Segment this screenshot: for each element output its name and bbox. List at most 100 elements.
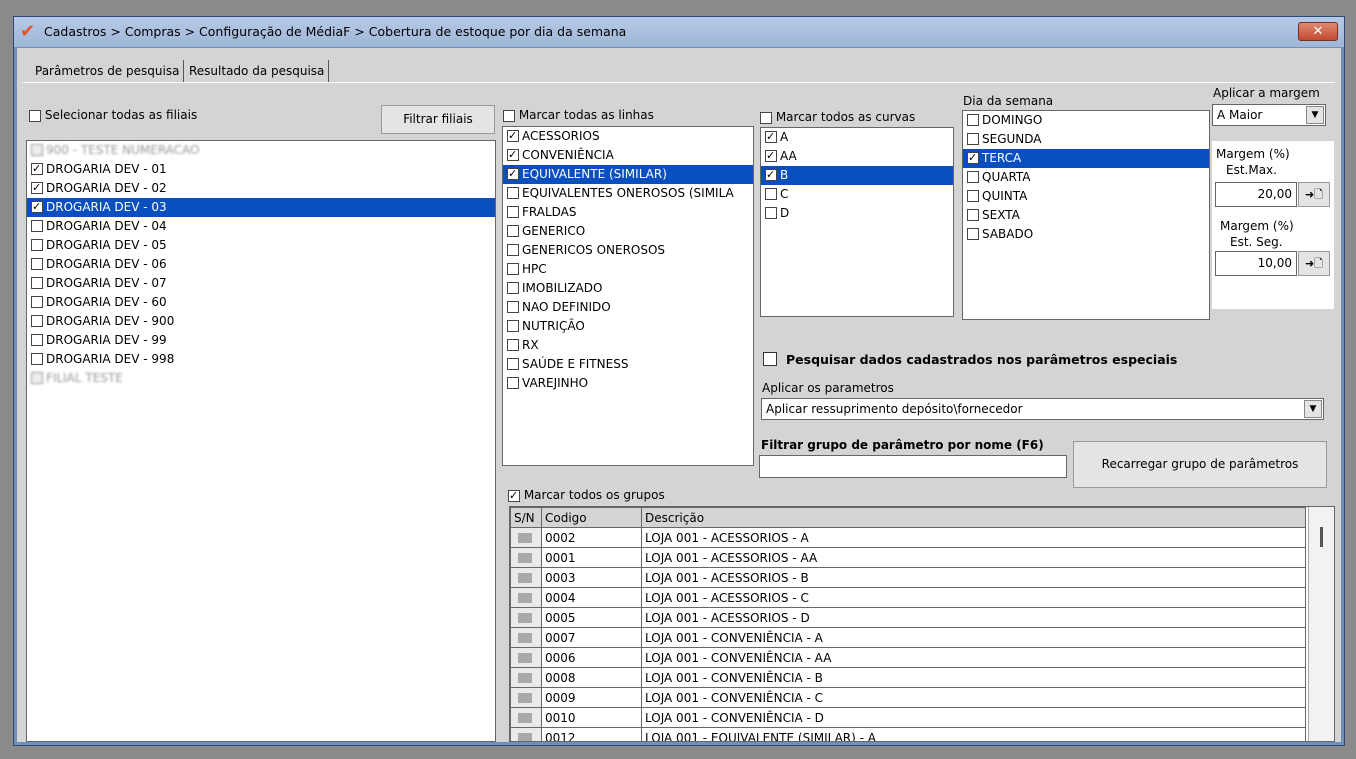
dia-item-checkbox[interactable]	[967, 132, 979, 145]
filial-item-checkbox[interactable]	[31, 314, 43, 327]
filial-item-checkbox[interactable]	[31, 257, 43, 270]
linha-item-checkbox[interactable]	[507, 186, 519, 199]
linha-item[interactable]: NAO DEFINIDO	[503, 298, 753, 317]
col-sn[interactable]: S/N	[510, 507, 542, 528]
table-row[interactable]: 0007 LOJA 001 - CONVENIÊNCIA - A	[510, 627, 1306, 648]
linha-item-checkbox[interactable]	[507, 167, 519, 180]
row-toggle[interactable]	[510, 647, 542, 668]
filial-item[interactable]: DROGARIA DEV - 07	[27, 274, 495, 293]
curva-item-checkbox[interactable]	[765, 168, 777, 181]
linha-item-checkbox[interactable]	[507, 148, 519, 161]
linha-item-checkbox[interactable]	[507, 338, 519, 351]
curva-item[interactable]: AA	[761, 147, 953, 166]
pesquisar-especiais-checkbox[interactable]	[763, 352, 777, 366]
margem-seg-apply-button[interactable]: ➜🗋	[1298, 251, 1330, 276]
table-row[interactable]: 0006 LOJA 001 - CONVENIÊNCIA - AA	[510, 647, 1306, 668]
row-toggle-indicator[interactable]	[518, 673, 532, 683]
recarregar-grupo-button[interactable]: Recarregar grupo de parâmetros	[1073, 441, 1327, 488]
row-toggle-indicator[interactable]	[518, 693, 532, 703]
aplicar-parametros-select[interactable]: Aplicar ressuprimento depósito\fornecedo…	[761, 398, 1324, 420]
linha-item[interactable]: EQUIVALENTE (SIMILAR)	[503, 165, 753, 184]
row-toggle-indicator[interactable]	[518, 533, 532, 543]
linha-item-checkbox[interactable]	[507, 262, 519, 275]
filial-item[interactable]: DROGARIA DEV - 05	[27, 236, 495, 255]
chevron-down-icon[interactable]: ▼	[1306, 106, 1324, 124]
filial-item[interactable]: DROGARIA DEV - 998	[27, 350, 495, 369]
curva-item[interactable]: B	[761, 166, 953, 185]
filtrar-grupo-input[interactable]	[759, 455, 1067, 478]
row-toggle[interactable]	[510, 587, 542, 608]
linha-item[interactable]: GENERICO	[503, 222, 753, 241]
filial-item[interactable]: DROGARIA DEV - 99	[27, 331, 495, 350]
scrollbar-thumb[interactable]	[1320, 527, 1323, 547]
dia-item-checkbox[interactable]	[967, 189, 979, 202]
dia-item[interactable]: QUARTA	[963, 168, 1209, 187]
filial-item-checkbox[interactable]	[31, 162, 43, 175]
table-row[interactable]: 0012 LOJA 001 - EQUIVALENTE (SIMILAR) - A	[510, 727, 1306, 741]
linha-item[interactable]: SAÚDE E FITNESS	[503, 355, 753, 374]
filiais-list[interactable]: 900 - TESTE NUMERACAO DROGARIA DEV - 01 DR…	[26, 140, 496, 742]
row-toggle-indicator[interactable]	[518, 653, 532, 663]
filial-item[interactable]: DROGARIA DEV - 01	[27, 160, 495, 179]
linha-item[interactable]: NUTRIÇÃO	[503, 317, 753, 336]
table-row[interactable]: 0009 LOJA 001 - CONVENIÊNCIA - C	[510, 687, 1306, 708]
margem-seg-input[interactable]: 10,00	[1215, 251, 1297, 276]
filial-item[interactable]: DROGARIA DEV - 900	[27, 312, 495, 331]
filial-item-checkbox[interactable]	[31, 200, 43, 213]
row-toggle[interactable]	[510, 527, 542, 548]
curva-item[interactable]: C	[761, 185, 953, 204]
linha-item[interactable]: CONVENIÊNCIA	[503, 146, 753, 165]
filial-item[interactable]: FILIAL TESTE	[27, 369, 495, 388]
row-toggle-indicator[interactable]	[518, 593, 532, 603]
curva-item[interactable]: D	[761, 204, 953, 223]
filial-item-checkbox[interactable]	[31, 181, 43, 194]
row-toggle-indicator[interactable]	[518, 633, 532, 643]
linha-item-checkbox[interactable]	[507, 357, 519, 370]
filial-item-checkbox[interactable]	[31, 371, 43, 384]
select-all-grupos[interactable]: Marcar todos os grupos	[508, 488, 665, 502]
tab-parametros[interactable]: Parâmetros de pesquisa	[31, 60, 185, 82]
curvas-list[interactable]: AAABCD	[760, 127, 954, 317]
chevron-down-icon[interactable]: ▼	[1304, 400, 1322, 418]
linha-item-checkbox[interactable]	[507, 243, 519, 256]
select-all-curvas-checkbox[interactable]	[760, 111, 772, 124]
row-toggle-indicator[interactable]	[518, 713, 532, 723]
row-toggle[interactable]	[510, 627, 542, 648]
dia-item-checkbox[interactable]	[967, 227, 979, 240]
dia-item[interactable]: SABADO	[963, 225, 1209, 244]
table-row[interactable]: 0005 LOJA 001 - ACESSORIOS - D	[510, 607, 1306, 628]
linha-item-checkbox[interactable]	[507, 281, 519, 294]
row-toggle[interactable]	[510, 727, 542, 741]
curva-item-checkbox[interactable]	[765, 130, 777, 143]
dia-item-checkbox[interactable]	[967, 151, 979, 164]
select-all-filiais-checkbox[interactable]	[29, 109, 41, 122]
dia-item-checkbox[interactable]	[967, 113, 979, 126]
table-row[interactable]: 0004 LOJA 001 - ACESSORIOS - C	[510, 587, 1306, 608]
linhas-list[interactable]: ACESSORIOS CONVENIÊNCIA EQUIVALENTE (SIMIL…	[502, 126, 754, 466]
curva-item-checkbox[interactable]	[765, 149, 777, 162]
row-toggle-indicator[interactable]	[518, 733, 532, 741]
filial-item[interactable]: DROGARIA DEV - 03	[27, 198, 495, 217]
margem-max-input[interactable]: 20,00	[1215, 182, 1297, 207]
row-toggle-indicator[interactable]	[518, 613, 532, 623]
select-all-grupos-checkbox[interactable]	[508, 489, 520, 502]
filial-item[interactable]: DROGARIA DEV - 02	[27, 179, 495, 198]
filial-item-checkbox[interactable]	[31, 219, 43, 232]
dia-item[interactable]: DOMINGO	[963, 111, 1209, 130]
row-toggle[interactable]	[510, 667, 542, 688]
linha-item-checkbox[interactable]	[507, 376, 519, 389]
dia-semana-list[interactable]: DOMINGO SEGUNDA TERCA QUARTA QUINTA SEXTA SABA…	[962, 110, 1210, 320]
col-codigo[interactable]: Codigo	[541, 507, 642, 528]
dia-item[interactable]: TERCA	[963, 149, 1209, 168]
row-toggle-indicator[interactable]	[518, 553, 532, 563]
dia-item[interactable]: SEXTA	[963, 206, 1209, 225]
table-row[interactable]: 0008 LOJA 001 - CONVENIÊNCIA - B	[510, 667, 1306, 688]
linha-item[interactable]: IMOBILIZADO	[503, 279, 753, 298]
linha-item[interactable]: ACESSORIOS	[503, 127, 753, 146]
filial-item-checkbox[interactable]	[31, 352, 43, 365]
linha-item-checkbox[interactable]	[507, 224, 519, 237]
table-row[interactable]: 0010 LOJA 001 - CONVENIÊNCIA - D	[510, 707, 1306, 728]
col-descricao[interactable]: Descrição	[641, 507, 1306, 528]
select-all-linhas-checkbox[interactable]	[503, 109, 515, 122]
filial-item[interactable]: 900 - TESTE NUMERACAO	[27, 141, 495, 160]
